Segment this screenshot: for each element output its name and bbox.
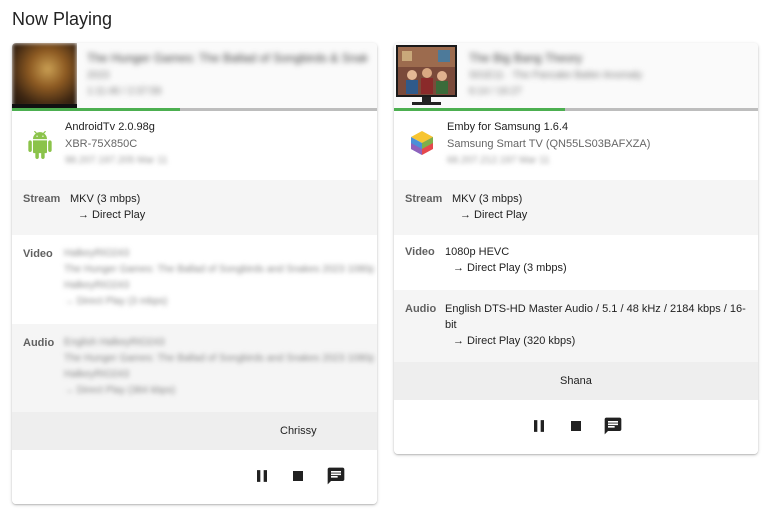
user-row: Chrissy [12,412,377,450]
audio-label: Audio [405,303,437,315]
stream-label: Stream [23,193,61,205]
stream-label: Stream [405,193,443,205]
video-line1: HalkeyRIO243 [64,248,130,259]
poster-image[interactable] [12,43,77,108]
user-row: Shana [394,362,758,400]
audio-value-line2: bit [445,319,457,331]
client-device: Samsung Smart TV (QN55LS03BAFXZA) [447,138,651,150]
stream-row: Stream MKV (3 mbps) → Direct Play [12,180,377,235]
client-info: AndroidTv 2.0.98g XBR-75X850C 98.207.197… [12,111,377,180]
video-method: → Direct Play (3 mbps) [64,296,168,307]
android-icon [28,131,52,159]
controls-row [12,450,377,504]
client-info: Emby for Samsung 1.6.4 Samsung Smart TV … [394,111,758,180]
message-icon[interactable] [603,416,623,436]
poster-image[interactable] [394,43,459,108]
video-row: Video HalkeyRIO243 The Hunger Games: The… [12,235,377,324]
pause-icon[interactable] [529,416,549,436]
media-title[interactable]: The Big Bang Theory [469,51,748,65]
audio-method: → Direct Play (320 kbps) [453,335,576,347]
stream-row: Stream MKV (3 mbps) → Direct Play [394,180,758,235]
audio-row: Audio English DTS-HD Master Audio / 5.1 … [394,290,758,362]
audio-line2: The Hunger Games: The Ballad of Songbird… [64,353,374,364]
audio-method: → Direct Play (384 kbps) [64,385,176,396]
page-title: Now Playing [12,9,113,29]
user-name: Shana [560,375,592,387]
client-ip: 68.207.212.197 Mar 11 [447,155,550,166]
user-name: Chrissy [280,425,317,437]
stream-value: MKV (3 mbps) [70,193,141,205]
video-method: → Direct Play (3 mbps) [453,262,567,274]
video-label: Video [405,246,435,258]
session-card: The Big Bang Theory S01E11 · The Pancake… [394,43,758,454]
media-title[interactable]: The Hunger Games: The Ballad of Songbird… [87,51,367,65]
media-header[interactable]: The Hunger Games: The Ballad of Songbird… [12,43,377,108]
stop-icon[interactable] [566,416,586,436]
session-card: The Hunger Games: The Ballad of Songbird… [12,43,377,504]
stop-icon[interactable] [288,466,308,486]
stream-value: MKV (3 mbps) [452,193,523,205]
message-icon[interactable] [326,466,346,486]
video-value: 1080p HEVC [445,246,510,258]
media-header[interactable]: The Big Bang Theory S01E11 · The Pancake… [394,43,758,108]
media-subtitle: S01E11 · The Pancake Batter Anomaly [469,70,643,81]
video-line3: HalkeyRIO243 [64,280,130,291]
pause-icon[interactable] [252,466,272,486]
controls-row [394,400,758,454]
media-time: 6:14 / 16:27 [469,86,522,97]
media-time: 1:11:46 / 2:37:59 [87,86,162,97]
audio-line1: English HalkeyRIO243 [64,337,165,348]
client-name: AndroidTv 2.0.98g [65,121,155,133]
client-ip: 98.207.197.205 Mar 11 [65,155,168,166]
video-row: Video 1080p HEVC → Direct Play (3 mbps) [394,235,758,290]
tv-thumbnail-icon [394,43,459,108]
client-device: XBR-75X850C [65,138,138,150]
audio-value-line1: English DTS-HD Master Audio / 5.1 / 48 k… [445,303,746,315]
client-name: Emby for Samsung 1.6.4 [447,121,569,133]
video-label: Video [23,248,53,260]
audio-row: Audio English HalkeyRIO243 The Hunger Ga… [12,324,377,412]
emby-cube-icon [411,131,433,155]
stream-method: → Direct Play [460,209,528,221]
stream-method: → Direct Play [78,209,146,221]
media-subtitle: 2023 [87,70,110,81]
video-line2: The Hunger Games: The Ballad of Songbird… [64,264,374,275]
audio-line3: HalkeyRIO243 [64,369,130,380]
audio-label: Audio [23,337,55,349]
